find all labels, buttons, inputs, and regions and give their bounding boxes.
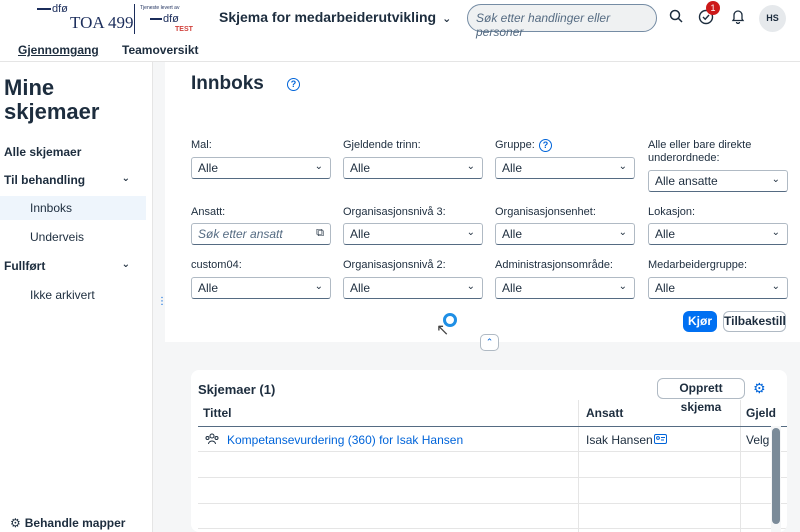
orgenhet-select[interactable]: Alle ⌄ [495,223,635,245]
column-divider [740,400,741,532]
sidebar-item-ikke-arkivert[interactable]: Ikke arkivert [0,283,146,307]
column-divider [578,400,579,532]
value-help-icon[interactable]: ⧉ [316,227,324,240]
chevron-down-icon: ⌄ [618,281,627,292]
tab-teamoversikt[interactable]: Teamoversikt [122,43,198,57]
shell-header: dfø TOA 499 Tjeneste levert av dfø TEST … [0,0,800,40]
column-header-gjeldende[interactable]: Gjeld [746,406,776,420]
sidebar-item-alle-skjemaer[interactable]: Alle skjemaer [0,140,146,164]
medgruppe-label: Medarbeidergruppe: [648,259,748,271]
table-title: Skjemaer (1) [198,382,276,397]
custom04-label: custom04: [191,259,242,271]
mal-label: Mal: [191,139,212,151]
org2-select[interactable]: Alle ⌄ [343,277,483,299]
filter-bar [165,62,800,342]
reset-button[interactable]: Tilbakestill [723,311,786,332]
table-row-divider [198,451,787,452]
forms-table-card: Skjemaer (1) Opprett skjema ⚙ Tittel Ans… [191,370,787,532]
app-title-menu[interactable]: Skjema for medarbeiderutvikling ⌄ [219,9,451,25]
sidebar-title: Mine skjemaer [4,75,100,124]
chevron-down-icon: ⌄ [771,227,780,238]
toa-logo-text: TOA 499 [70,13,134,32]
lokasjon-select[interactable]: Alle ⌄ [648,223,788,245]
underordnede-select[interactable]: Alle ansatte ⌄ [648,170,788,192]
gear-icon[interactable]: ⚙ [753,380,766,397]
chevron-down-icon: ⌄ [314,161,323,172]
custom04-select[interactable]: Alle ⌄ [191,277,331,299]
trinn-label: Gjeldende trinn: [343,139,421,151]
table-row-divider [198,528,787,529]
logo-divider [134,4,135,34]
collapse-filter-button[interactable]: ⌃ [480,334,499,351]
ansatt-search-input[interactable]: Søk etter ansatt ⧉ [191,223,331,245]
gear-icon: ⚙ [10,516,21,530]
chevron-down-icon: ⌄ [442,13,452,25]
chevron-down-icon: ⌄ [314,281,323,292]
chevron-down-icon: ⌄ [618,161,627,172]
mouse-cursor-icon: ↖ [436,322,450,339]
search-input[interactable]: Søk etter handlinger eller personer [467,4,657,39]
sidebar-item-underveis[interactable]: Underveis [0,225,146,249]
table-row-employee: Isak Hansen [586,433,653,447]
bell-icon[interactable] [729,9,747,27]
underordnede-label: Alle eller bare direkte underordnede: [648,139,752,164]
sidebar-item-fullfort[interactable]: Fullført ⌄ [0,254,146,278]
table-row-step: Velg [746,433,770,447]
chevron-down-icon: ⌄ [466,161,475,172]
help-icon[interactable]: ? [539,139,552,152]
dfo-test-logo: dfø [150,13,179,25]
chevron-up-icon: ⌃ [485,337,494,347]
team-icon [205,433,219,448]
table-header-divider [198,426,787,427]
top-tabs: Gjennomgang Teamoversikt [0,40,800,62]
chevron-down-icon: ⌄ [771,174,780,185]
scrollbar-thumb[interactable] [772,428,780,524]
adm-label: Administrasjonsområde: [495,259,613,271]
avatar[interactable]: HS [759,5,786,32]
orgenhet-label: Organisasjonsenhet: [495,206,596,218]
chevron-down-icon: ⌄ [771,281,780,292]
table-row-title-link[interactable]: Kompetansevurdering (360) for Isak Hanse… [227,433,463,447]
org2-label: Organisasjonsnivå 2: [343,259,446,271]
logo-caption: Tjeneste levert av [140,5,180,11]
notification-badge: 1 [706,1,720,15]
chevron-down-icon: ⌄ [618,227,627,238]
run-button[interactable]: Kjør [683,311,717,332]
sidebar-item-til-behandling[interactable]: Til behandling ⌄ [0,168,146,192]
create-form-button[interactable]: Opprett skjema [657,378,745,414]
test-label: TEST [175,26,193,33]
chevron-down-icon: ⌄ [121,173,130,184]
gruppe-select[interactable]: Alle ⌄ [495,157,635,179]
gruppe-label: Gruppe: [495,139,535,151]
chevron-down-icon: ⌄ [121,259,130,270]
adm-select[interactable]: Alle ⌄ [495,277,635,299]
table-row-divider [198,503,787,504]
org3-label: Organisasjonsnivå 3: [343,206,446,218]
dfo-logo[interactable]: dfø [37,3,68,15]
search-icon[interactable] [667,9,685,27]
sidebar: Mine skjemaer Alle skjemaer Til behandli… [0,62,153,532]
tab-gjennomgang[interactable]: Gjennomgang [18,43,99,57]
manage-folders-button[interactable]: ⚙ Behandle mapper [10,516,125,530]
org3-select[interactable]: Alle ⌄ [343,223,483,245]
lokasjon-label: Lokasjon: [648,206,696,218]
sidebar-item-innboks[interactable]: Innboks [0,196,146,220]
mal-select[interactable]: Alle ⌄ [191,157,331,179]
medgruppe-select[interactable]: Alle ⌄ [648,277,788,299]
page-title: Innboks [191,73,264,94]
ansatt-label: Ansatt: [191,206,226,218]
column-header-ansatt[interactable]: Ansatt [586,406,623,420]
trinn-select[interactable]: Alle ⌄ [343,157,483,179]
help-icon[interactable]: ? [287,78,300,91]
employee-card-icon[interactable] [654,433,667,447]
chevron-down-icon: ⌄ [466,281,475,292]
table-row-divider [198,477,787,478]
chevron-down-icon: ⌄ [466,227,475,238]
column-header-tittel[interactable]: Tittel [203,406,231,420]
